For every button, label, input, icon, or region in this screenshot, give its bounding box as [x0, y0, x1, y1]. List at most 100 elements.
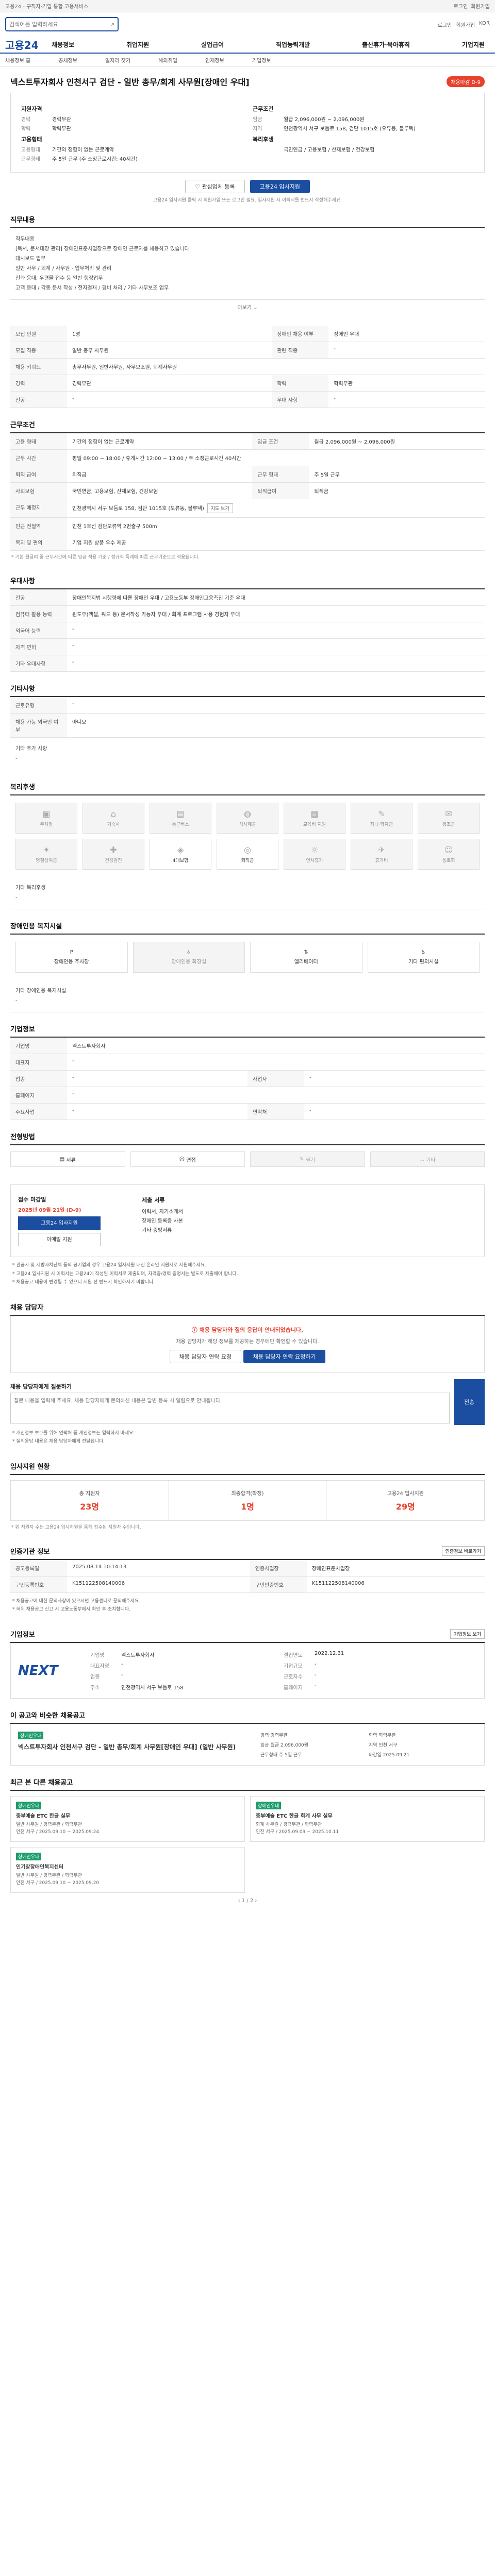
stat-label: 최종합격(확정) — [231, 1491, 264, 1497]
subnav-item[interactable]: 채용정보 홈 — [5, 56, 30, 64]
summary-key: 학력 — [21, 126, 31, 132]
table-header: 사회보험 — [10, 482, 67, 499]
util-lang[interactable]: KOR — [479, 21, 490, 28]
search-icon[interactable]: ⌕ — [111, 21, 114, 28]
question-input[interactable] — [10, 1392, 450, 1423]
table-cell: - — [67, 638, 485, 656]
similar-key: 마감일 — [369, 1753, 382, 1758]
table-row: 공고등록일 2025.08.14 10:14:13 인증사업장 장애인표준사업장 — [10, 1560, 485, 1577]
prev-icon[interactable]: ‹ — [238, 1898, 242, 1904]
util-links: 로그인 회원가입 KOR — [438, 21, 490, 28]
table-header: 사업자 — [248, 1070, 304, 1088]
table-cell: 윈도우(엑셀, 워드 등) 문서작성 가능자 우대 / 회계 프로그램 사용 경… — [67, 605, 485, 623]
corp-table-section: 기업정보 기업명 넥스트투자회사 대표자 - 업종 - 사업자 - 홈페이지 - 주요사업 -… — [10, 1024, 485, 1121]
table-header: 채용 키워드 — [10, 358, 67, 375]
method-label: 서류 — [66, 1157, 76, 1163]
vacation-icon: ☼ — [310, 845, 319, 855]
gnb-menu: 채용정보 취업지원 실업급여 직업능력개발 출산휴가·육아휴직 기업지원 — [52, 40, 490, 49]
more-button[interactable]: 더보기 ⌄ — [10, 300, 485, 314]
documents-label: 제출 서류 — [142, 1197, 165, 1204]
recent-job-title[interactable]: 인기창장애인복지센터 — [16, 1862, 239, 1870]
gnb-item-support[interactable]: 취업지원 — [126, 40, 149, 49]
extra-sub-text: - — [15, 756, 18, 762]
facility-parking: P 장애인용 주차장 — [15, 942, 128, 973]
section-title: 기업정보 기업정보 보기 — [10, 1629, 485, 1643]
welfare-item: ▦ 교육비 지원 — [284, 803, 345, 834]
gnb-item-company[interactable]: 기업지원 — [462, 40, 485, 49]
apply-panel: 접수 마감일 2025년 09월 21일 (D-9) 고용24 입사지원 이메일… — [10, 1184, 485, 1258]
summary-row: 고용형태 기간의 정함이 없는 근로계약 — [21, 145, 242, 153]
section-title: 장애인용 복지시설 — [10, 921, 485, 935]
contact-request-button[interactable]: 채용 담당자 연락 요청 — [169, 1349, 242, 1363]
table-cell: 국민연금, 고용보험, 산재보험, 건강보험 — [67, 482, 253, 499]
apply-email-button[interactable]: 이메일 지원 — [18, 1233, 101, 1247]
extra-table: 근로유형 - 채용 가능 외국인 여부 아니요 — [10, 697, 485, 738]
table-cell: 장애인 우대 — [328, 326, 485, 342]
top-link-join[interactable]: 회원가입 — [471, 2, 490, 10]
cert-notes: * 채용공고에 대한 문의사항이 있으시면 고용센터로 문의해주세요. * 허위… — [10, 1593, 485, 1618]
similar-key: 경력 — [260, 1733, 269, 1739]
recent-job-title[interactable]: 중부예술 ETC 한글 회계 사무 실무 — [256, 1811, 479, 1819]
subnav-item[interactable]: 해외취업 — [158, 56, 177, 64]
apply-right: 제출 서류 이력서, 자기소개서 장애인 등록증 사본 기타 증빙서류 — [142, 1192, 477, 1249]
recent-job-card[interactable]: 장애인우대 인기창장애인복지센터 일반 사무원 / 경력무관 / 학력무관 인천 서… — [10, 1846, 245, 1893]
similar-info: 근무형태 주 5일 근무 — [260, 1751, 369, 1758]
recent-job-title[interactable]: 중부예술 ETC 한글 실무 — [16, 1811, 239, 1819]
util-join[interactable]: 회원가입 — [456, 21, 475, 28]
subnav-item[interactable]: 일자리 찾기 — [105, 56, 130, 64]
util-login[interactable]: 로그인 — [438, 21, 452, 28]
cert-note: * 채용공고에 대한 문의사항이 있으시면 고용센터로 문의해주세요. — [12, 1598, 141, 1604]
section-title: 채용 담당자 — [10, 1302, 485, 1316]
save-company-button[interactable]: ♡ 관심업체 등록 — [185, 180, 245, 193]
similar-key: 근무형태 — [260, 1753, 278, 1758]
next-icon[interactable]: › — [253, 1898, 257, 1904]
welfare-label: 동호회 — [442, 858, 455, 864]
corp-detail-button[interactable]: 기업정보 보기 — [450, 1629, 485, 1639]
welfare-item: ☺ 동호회 — [418, 839, 480, 870]
similar-job-card[interactable]: 장애인우대 넥스트투자회사 인천서구 검단 - 일반 총무/회계 사무원[장애인… — [10, 1724, 485, 1766]
more-label: 더보기 — [237, 305, 252, 311]
similar-job-title[interactable]: 넥스트투자회사 인천서구 검단 - 일반 총무/회계 사무원[장애인 우대] (… — [18, 1742, 253, 1752]
disability-note-title: 기타 장애인용 복지시설 — [15, 988, 67, 994]
gnb-item-benefit[interactable]: 실업급여 — [201, 40, 224, 49]
qna-desc: 채용 담당자가 해당 정보를 제공하는 경우에만 확인할 수 있습니다. — [176, 1338, 319, 1345]
site-logo[interactable]: 고용24 — [5, 37, 52, 52]
health-icon: ✚ — [110, 845, 117, 855]
welfare-label: 명절상여금 — [36, 858, 57, 864]
gnb-item-leave[interactable]: 출산휴가·육아휴직 — [362, 40, 410, 49]
table-row: 고용 형태 기간의 정함이 없는 근로계약 임금 조건 월급 2,096,000원 ~… — [10, 433, 485, 450]
search-box[interactable]: ⌕ — [5, 17, 119, 31]
table-header: 근무 형태 — [252, 466, 309, 483]
search-input[interactable] — [9, 21, 111, 28]
recruit-section: 모집 인원 1명 장애인 채용 여부 장애인 우대 모집 직종 일반 총무 사무원 관련 … — [10, 326, 485, 408]
top-link-login[interactable]: 로그인 — [454, 2, 468, 10]
summary-label: 지원자격 — [21, 106, 42, 112]
subnav-item[interactable]: 공채정보 — [58, 56, 77, 64]
disability-note-value: - — [15, 998, 18, 1004]
extra-text: 기타 추가 사항 - — [10, 738, 485, 771]
table-row: 근무 시간 평일 09:00 ~ 18:00 / 휴게시간 12:00 ~ 13:… — [10, 449, 485, 466]
send-button[interactable]: 전송 — [454, 1379, 485, 1425]
duties-line: 일반 사무 / 회계 / 사무원 - 업무처리 및 관리 — [15, 266, 112, 272]
qna-box: ⓘ 채용 담당자와 질의 응답이 안내되었습니다. 채용 담당자가 해당 정보를… — [10, 1315, 485, 1373]
table-header: 채용 가능 외국인 여부 — [10, 713, 67, 738]
map-button[interactable]: 지도 보기 — [207, 503, 233, 513]
contact-request-submit-button[interactable]: 채용 담당자 연락 요청하기 — [243, 1349, 326, 1363]
table-header: 경력 — [10, 375, 67, 392]
similar-value: 주 5일 근무 — [279, 1753, 302, 1758]
recent-job-card[interactable]: 장애인우대 중부예술 ETC 한글 회계 사무 실무 회계 사무원 / 경력무관 /… — [250, 1796, 485, 1842]
table-cell: - — [67, 391, 272, 408]
stats-note: * 위 지원자 수는 고용24 입사지원을 통해 접수된 지원자 수입니다. — [11, 1525, 141, 1531]
apply-online-button[interactable]: 고용24 입사지원 — [18, 1216, 101, 1230]
apply-button[interactable]: 고용24 입사지원 — [250, 180, 310, 193]
cert-link-button[interactable]: 인증정보 바로가기 — [441, 1546, 485, 1556]
subnav-item[interactable]: 기업정보 — [252, 56, 271, 64]
table-row: 구인등록번호 K151122508140006 구인인증번호 K15112250814… — [10, 1576, 485, 1593]
gnb-item-training[interactable]: 직업능력개발 — [276, 40, 310, 49]
gnb-item-jobs[interactable]: 채용정보 — [52, 40, 74, 49]
section-title: 근무조건 — [10, 419, 485, 433]
corp-value: - — [121, 1672, 123, 1679]
recent-job-card[interactable]: 장애인우대 중부예술 ETC 한글 실무 일반 사무원 / 경력무관 / 학력무관 … — [10, 1796, 245, 1842]
subnav-item[interactable]: 인재정보 — [205, 56, 224, 64]
welfare-label: 4대보험 — [172, 858, 189, 864]
